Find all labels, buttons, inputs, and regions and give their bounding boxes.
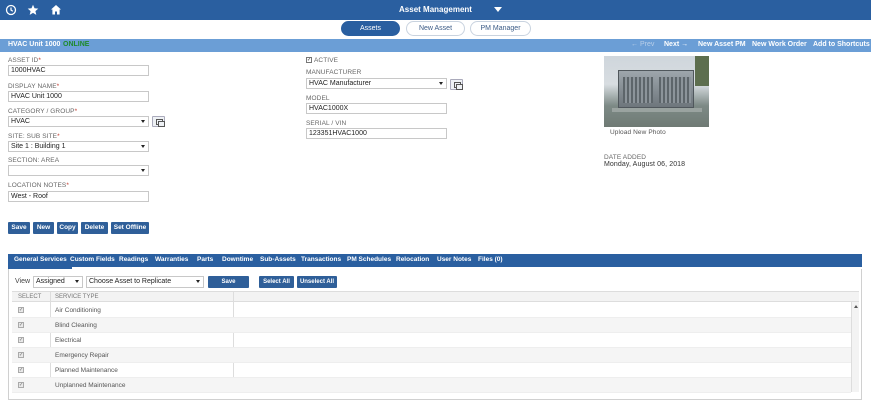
service-type: Air Conditioning (55, 307, 101, 314)
asset-photo (604, 56, 709, 127)
category-select[interactable]: HVAC (8, 116, 149, 127)
site-select[interactable]: Site 1 : Building 1 (8, 141, 149, 152)
segment-pm-manager[interactable]: PM Manager (470, 21, 531, 36)
tab-relocation[interactable]: Relocation (396, 256, 429, 263)
tab-files[interactable]: Files (0) (478, 256, 503, 263)
table-scrollbar[interactable] (851, 302, 859, 392)
tab-parts[interactable]: Parts (197, 256, 213, 263)
prev-label: Prev (639, 41, 655, 48)
manufacturer-manage-button[interactable] (450, 79, 463, 90)
replicate-asset-select[interactable]: Choose Asset to Replicate (86, 276, 204, 288)
site-value: Site 1 : Building 1 (11, 143, 66, 150)
row-checkbox[interactable]: ✓ (18, 352, 24, 358)
new-button[interactable]: New (33, 222, 54, 234)
tab-pm-schedules[interactable]: PM Schedules (347, 256, 391, 263)
active-label: ACTIVE (314, 57, 339, 64)
section-label: SECTION: AREA (8, 157, 60, 164)
service-type: Emergency Repair (55, 352, 109, 359)
next-link[interactable]: Next → (664, 41, 688, 48)
asset-id-field[interactable]: 1000HVAC (8, 65, 149, 76)
status-badge: ONLINE (63, 41, 90, 48)
tab-transactions[interactable]: Transactions (301, 256, 341, 263)
segment-assets[interactable]: Assets (341, 21, 400, 36)
table-row: ✓ Blind Cleaning (12, 318, 851, 333)
asset-header: HVAC Unit 1000 ONLINE ← Prev Next → New … (0, 39, 871, 52)
manufacturer-label: MANUFACTURER (306, 69, 362, 76)
detail-tabs: General Services Custom Fields Readings … (8, 254, 862, 267)
scroll-up-icon[interactable] (854, 305, 858, 308)
save-changes-button[interactable]: Save Changes (208, 276, 249, 297)
category-manage-button[interactable] (152, 116, 165, 127)
table-row: ✓ Unplanned Maintenance (12, 378, 851, 393)
display-name-label: DISPLAY NAME* (8, 83, 60, 90)
location-notes-label: LOCATION NOTES* (8, 182, 69, 189)
section-select[interactable] (8, 165, 149, 176)
delete-button[interactable]: Delete (81, 222, 108, 234)
service-type: Unplanned Maintenance (55, 382, 126, 389)
asset-id-label: ASSET ID* (8, 57, 41, 64)
select-all-button[interactable]: Select All (259, 276, 294, 288)
tab-user-notes[interactable]: User Notes (437, 256, 471, 263)
unselect-all-button[interactable]: Unselect All (297, 276, 337, 288)
row-checkbox[interactable]: ✓ (18, 337, 24, 343)
service-type: Electrical (55, 337, 82, 344)
tab-downtime[interactable]: Downtime (222, 256, 253, 263)
category-value: HVAC (11, 118, 30, 125)
table-row: ✓ Electrical (12, 333, 851, 348)
replicate-asset-value: Choose Asset to Replicate (89, 278, 172, 285)
table-row: ✓ Planned Maintenance (12, 363, 851, 378)
date-added-label: DATE ADDED (604, 154, 647, 161)
display-name-field[interactable]: HVAC Unit 1000 (8, 91, 149, 102)
date-added-value: Monday, August 06, 2018 (604, 161, 686, 168)
row-checkbox[interactable]: ✓ (18, 322, 24, 328)
segment-bar: Assets New Asset PM Manager (0, 20, 871, 38)
site-label: SITE: SUB SITE* (8, 133, 60, 140)
col-service-type-header: SERVICE TYPE (55, 294, 99, 300)
serial-label: SERIAL / VIN (306, 120, 347, 127)
chevron-down-icon[interactable] (494, 7, 502, 12)
top-bar: Asset Management (0, 0, 871, 20)
table-row: ✓ Air Conditioning (12, 303, 851, 318)
service-type: Planned Maintenance (55, 367, 118, 374)
model-label: MODEL (306, 95, 330, 102)
copy-button[interactable]: Copy (57, 222, 78, 234)
row-checkbox[interactable]: ✓ (18, 382, 24, 388)
table-row: ✓ Emergency Repair (12, 348, 851, 363)
prev-link[interactable]: ← Prev (631, 41, 654, 48)
row-checkbox[interactable]: ✓ (18, 367, 24, 373)
save-button[interactable]: Save (8, 222, 30, 234)
tab-warranties[interactable]: Warranties (155, 256, 188, 263)
asset-name: HVAC Unit 1000 (8, 41, 61, 48)
view-label: View (15, 278, 31, 285)
new-work-order-link[interactable]: New Work Order (752, 41, 807, 48)
set-offline-button[interactable]: Set Offline (111, 222, 149, 234)
add-to-shortcuts-link[interactable]: Add to Shortcuts (813, 41, 870, 48)
view-select[interactable]: Assigned (33, 276, 83, 288)
row-checkbox[interactable]: ✓ (18, 307, 24, 313)
category-label: CATEGORY / GROUP* (8, 108, 78, 115)
service-type: Blind Cleaning (55, 322, 97, 329)
new-asset-pm-link[interactable]: New Asset PM (698, 41, 746, 48)
app-title: Asset Management (399, 5, 472, 14)
manufacturer-value: HVAC Manufacturer (309, 80, 372, 87)
segment-new-asset[interactable]: New Asset (406, 21, 465, 36)
tab-general-services[interactable]: General Services (14, 256, 67, 263)
upload-photo-link[interactable]: Upload New Photo (610, 129, 666, 136)
tab-readings[interactable]: Readings (119, 256, 148, 263)
col-select-header: SELECT (18, 294, 42, 300)
next-label: Next (664, 41, 680, 48)
manufacturer-select[interactable]: HVAC Manufacturer (306, 78, 447, 89)
location-notes-field[interactable]: West - Roof (8, 191, 149, 202)
model-field[interactable]: HVAC1000X (306, 103, 447, 114)
view-select-value: Assigned (36, 278, 65, 285)
services-table-header: SELECT SERVICE TYPE (12, 291, 859, 302)
active-checkbox[interactable]: ✓ (306, 57, 312, 63)
tab-custom-fields[interactable]: Custom Fields (70, 256, 115, 263)
tab-sub-assets[interactable]: Sub-Assets (260, 256, 296, 263)
serial-field[interactable]: 123351HVAC1000 (306, 128, 447, 139)
